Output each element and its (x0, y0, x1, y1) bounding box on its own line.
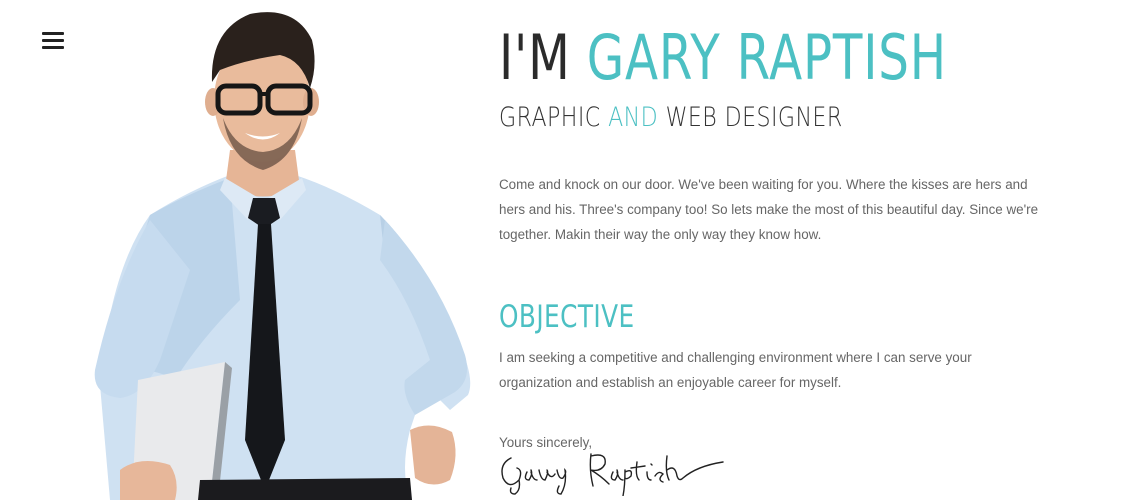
main-content: I'M GARY RAPTISH GRAPHIC AND WEB DESIGNE… (499, 21, 1059, 451)
job-title: GRAPHIC AND WEB DESIGNER (499, 102, 958, 134)
intro-paragraph: Come and knock on our door. We've been w… (499, 177, 1039, 242)
job-title-accent: AND (608, 102, 659, 133)
hero-heading: I'M GARY RAPTISH (499, 21, 946, 94)
hero-name: GARY RAPTISH (586, 21, 947, 94)
hamburger-icon-bar (42, 39, 64, 42)
closing-text: Yours sincerely, (499, 435, 593, 450)
hamburger-icon (42, 32, 64, 35)
hero-prefix: I'M (499, 21, 571, 94)
objective-paragraph: I am seeking a competitive and challengi… (499, 350, 972, 390)
signature-image (501, 453, 724, 496)
profile-photo (94, 12, 471, 500)
job-title-part2: WEB DESIGNER (665, 102, 843, 133)
objective-heading: OBJECTIVE (499, 299, 635, 335)
hamburger-icon-bar (42, 46, 64, 49)
hamburger-menu-button[interactable] (42, 32, 64, 50)
job-title-part1: GRAPHIC (499, 102, 601, 133)
